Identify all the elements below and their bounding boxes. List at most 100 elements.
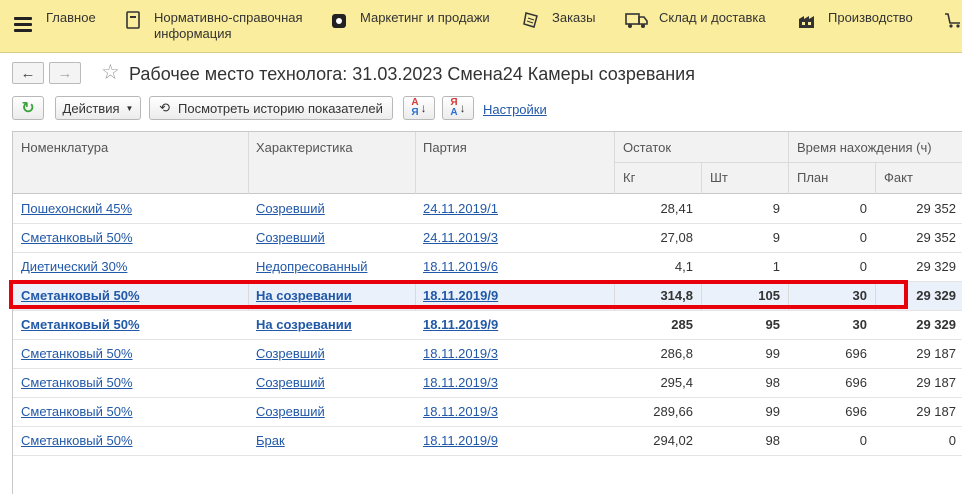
cell-fact: 29 352 (916, 201, 956, 216)
nav-item-warehouse[interactable]: Склад и доставка (625, 10, 766, 29)
page-title: Рабочее место технолога: 31.03.2023 Смен… (129, 64, 695, 84)
cell-batch[interactable]: 18.11.2019/3 (423, 398, 603, 426)
cell-pcs: 99 (765, 404, 780, 419)
history-icon: ⟲ (159, 100, 171, 115)
cell-plan: 30 (852, 288, 867, 303)
cell-characteristic[interactable]: Созревший (256, 398, 406, 426)
cell-batch[interactable]: 18.11.2019/9 (423, 427, 603, 455)
cell-nomenclature[interactable]: Сметанковый 50% (21, 398, 241, 426)
sort-ascending-button[interactable]: AЯ ↓ (403, 96, 435, 120)
data-table: Номенклатура Характеристика Партия Остат… (12, 131, 962, 494)
document-icon (124, 11, 144, 29)
cell-pcs: 95 (765, 317, 780, 332)
refresh-icon: ↻ (21, 100, 35, 117)
cell-nomenclature[interactable]: Сметанковый 50% (21, 224, 241, 252)
nav-item-orders[interactable]: Заказы (522, 10, 595, 29)
cart-icon (944, 11, 962, 29)
cell-nomenclature[interactable]: Сметанковый 50% (21, 340, 241, 368)
sort-descending-button[interactable]: ЯA ↓ (442, 96, 474, 120)
toolbar: ↻ Действия ▼ ⟲ Посмотреть историю показа… (0, 95, 962, 123)
cell-fact: 29 352 (916, 230, 956, 245)
cell-batch[interactable]: 18.11.2019/3 (423, 369, 603, 397)
column-header-time[interactable]: Время нахождения (ч) (797, 140, 932, 155)
cell-plan: 696 (845, 346, 867, 361)
table-row[interactable]: Сметанковый 50% На созревании 18.11.2019/9… (13, 311, 962, 340)
column-header-plan[interactable]: План (797, 170, 828, 185)
arrow-left-icon: ← (20, 64, 36, 82)
back-button[interactable]: ← (12, 62, 44, 84)
nav-item-sales-cut[interactable] (944, 10, 962, 29)
nav-item-label: Заказы (552, 10, 596, 25)
caret-down-icon: ▼ (125, 103, 134, 113)
nav-item-label: Производство (828, 10, 913, 25)
column-header-characteristic[interactable]: Характеристика (256, 140, 353, 155)
favorite-star-icon[interactable]: ☆ (101, 60, 120, 85)
cell-kg: 27,08 (660, 230, 693, 245)
nav-item-production[interactable]: Производство (798, 10, 913, 29)
cell-pcs: 9 (772, 230, 780, 245)
cell-nomenclature[interactable]: Сметанковый 50% (21, 311, 241, 339)
cell-batch[interactable]: 24.11.2019/3 (423, 224, 603, 252)
refresh-button[interactable]: ↻ (12, 96, 44, 120)
cell-characteristic[interactable]: Созревший (256, 340, 406, 368)
cell-kg: 285 (671, 317, 693, 332)
column-header-remainder[interactable]: Остаток (623, 140, 671, 155)
cell-kg: 286,8 (660, 346, 693, 361)
table-row[interactable]: Сметанковый 50% Созревший 18.11.2019/3 286,… (13, 340, 962, 369)
cell-characteristic[interactable]: На созревании (256, 282, 406, 310)
forward-button[interactable]: → (49, 62, 81, 84)
table-row[interactable]: Сметанковый 50% Созревший 24.11.2019/3 27,0… (13, 224, 962, 253)
table-row[interactable]: Пошехонский 45% Созревший 24.11.2019/1 28,4… (13, 195, 962, 224)
table-row[interactable]: Сметанковый 50% На созревании 18.11.2019/9… (13, 282, 962, 311)
nav-item-reference[interactable]: Нормативно-справочная информация (124, 10, 303, 42)
cell-batch[interactable]: 18.11.2019/9 (423, 311, 603, 339)
cell-pcs: 98 (765, 433, 780, 448)
column-header-nomenclature[interactable]: Номенклатура (21, 140, 108, 155)
marketing-icon (330, 11, 350, 29)
arrow-down-icon: ↓ (420, 101, 427, 115)
nav-item-label: Нормативно-справочная информация (154, 10, 303, 41)
cell-nomenclature[interactable]: Сметанковый 50% (21, 369, 241, 397)
nav-item-main[interactable]: Главное (46, 10, 96, 26)
cell-kg: 289,66 (653, 404, 693, 419)
cell-batch[interactable]: 18.11.2019/6 (423, 253, 603, 281)
cell-characteristic[interactable]: Брак (256, 427, 406, 455)
nav-item-marketing[interactable]: Маркетинг и продажи (330, 10, 490, 29)
sort-descending-icon: ЯA (450, 97, 458, 118)
cell-characteristic[interactable]: Созревший (256, 195, 406, 223)
top-navigation: Главное Нормативно-справочная информация… (0, 0, 962, 53)
actions-button[interactable]: Действия ▼ (55, 96, 141, 120)
nav-item-label: Главное (46, 10, 96, 25)
title-row: ← → ☆ Рабочее место технолога: 31.03.202… (0, 60, 962, 90)
menu-icon[interactable] (14, 17, 32, 32)
cell-pcs: 99 (765, 346, 780, 361)
column-header-batch[interactable]: Партия (423, 140, 467, 155)
table-row[interactable]: Сметанковый 50% Созревший 18.11.2019/3 295,… (13, 369, 962, 398)
cell-kg: 4,1 (674, 259, 693, 274)
settings-link[interactable]: Настройки (483, 102, 547, 117)
cell-plan: 30 (852, 317, 867, 332)
cell-characteristic[interactable]: Недопресованный (256, 253, 406, 281)
table-row[interactable]: Сметанковый 50% Созревший 18.11.2019/3 289,… (13, 398, 962, 427)
table-row[interactable]: Сметанковый 50% Брак 18.11.2019/9 294,02 98 0… (13, 427, 962, 456)
cell-pcs: 1 (772, 259, 780, 274)
cell-batch[interactable]: 24.11.2019/1 (423, 195, 603, 223)
cell-characteristic[interactable]: Созревший (256, 369, 406, 397)
column-header-pcs[interactable]: Шт (710, 170, 728, 185)
cell-batch[interactable]: 18.11.2019/9 (423, 282, 603, 310)
cell-characteristic[interactable]: На созревании (256, 311, 406, 339)
cell-nomenclature[interactable]: Сметанковый 50% (21, 282, 241, 310)
cell-nomenclature[interactable]: Сметанковый 50% (21, 427, 241, 455)
cell-nomenclature[interactable]: Диетический 30% (21, 253, 241, 281)
column-header-kg[interactable]: Кг (623, 170, 635, 185)
cell-characteristic[interactable]: Созревший (256, 224, 406, 252)
column-header-fact[interactable]: Факт (884, 170, 913, 185)
cell-fact: 0 (948, 433, 956, 448)
cell-nomenclature[interactable]: Пошехонский 45% (21, 195, 241, 223)
table-row[interactable]: Диетический 30% Недопресованный 18.11.2019… (13, 253, 962, 282)
cell-pcs: 98 (765, 375, 780, 390)
actions-label: Действия (62, 100, 120, 116)
arrow-right-icon: → (57, 64, 73, 82)
history-button[interactable]: ⟲ Посмотреть историю показателей (149, 96, 393, 120)
cell-batch[interactable]: 18.11.2019/3 (423, 340, 603, 368)
